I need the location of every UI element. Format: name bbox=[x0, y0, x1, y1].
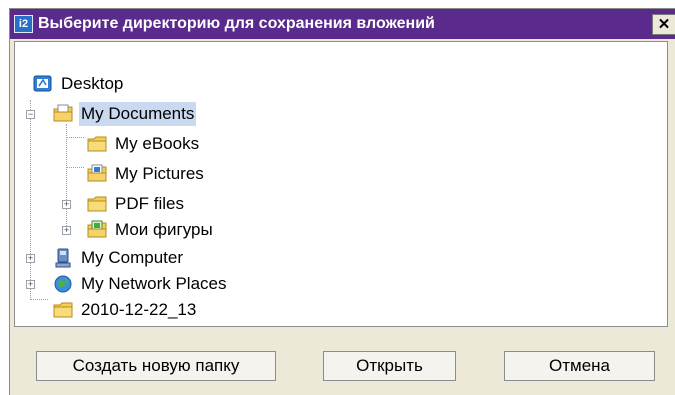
tree-node-label: Desktop bbox=[61, 74, 124, 93]
tree-node-label: My eBooks bbox=[115, 134, 200, 153]
tree-line bbox=[66, 167, 84, 168]
open-button[interactable]: Открыть bbox=[323, 351, 456, 381]
tree-node-label: 2010-12-22_13 bbox=[81, 300, 197, 319]
my-documents-icon bbox=[53, 104, 73, 122]
tree-node-label: My Computer bbox=[81, 248, 184, 267]
folder-icon bbox=[87, 196, 107, 212]
new-folder-button[interactable]: Создать новую папку bbox=[36, 351, 276, 381]
expand-toggle[interactable]: + bbox=[26, 280, 35, 289]
tree-node-label: Мои фигуры bbox=[115, 220, 213, 239]
cancel-button[interactable]: Отмена bbox=[504, 351, 655, 381]
expand-toggle[interactable]: + bbox=[26, 254, 35, 263]
folder-icon bbox=[87, 136, 107, 152]
desktop-icon bbox=[33, 75, 52, 92]
shapes-folder-icon bbox=[87, 220, 107, 238]
close-button[interactable]: ✕ bbox=[652, 14, 675, 35]
tree-line bbox=[66, 124, 67, 226]
tree-node-label: My Network Places bbox=[81, 274, 227, 293]
tree-line bbox=[30, 100, 31, 300]
tree-node-label: PDF files bbox=[115, 194, 184, 213]
expand-toggle[interactable]: + bbox=[62, 226, 71, 235]
computer-icon bbox=[55, 248, 71, 268]
dialog-title: Выберите директорию для сохранения вложе… bbox=[38, 15, 435, 32]
tree-node-label: My Pictures bbox=[115, 164, 204, 183]
tree-line bbox=[66, 137, 84, 138]
directory-tree[interactable]: Desktop − My Documents My eBooks My Pict… bbox=[14, 41, 668, 327]
title-bar[interactable]: i2 Выберите директорию для сохранения вл… bbox=[10, 9, 675, 39]
tree-node-label: My Documents bbox=[79, 102, 197, 126]
tree-line bbox=[30, 299, 48, 300]
expand-toggle[interactable]: + bbox=[62, 200, 71, 209]
network-icon bbox=[54, 275, 72, 293]
dialog-window: i2 Выберите директорию для сохранения вл… bbox=[9, 8, 675, 395]
folder-icon bbox=[53, 302, 73, 318]
pictures-folder-icon bbox=[87, 164, 107, 182]
app-icon: i2 bbox=[14, 15, 33, 33]
collapse-toggle[interactable]: − bbox=[26, 110, 35, 119]
